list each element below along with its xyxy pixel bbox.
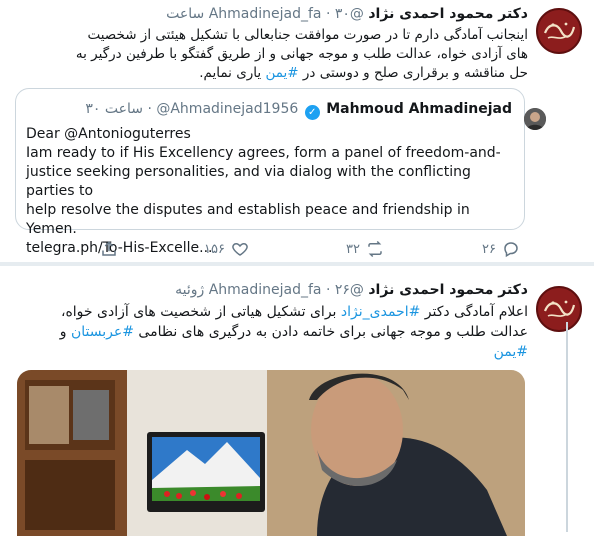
share-icon: [102, 241, 116, 256]
tweet-actions: ۱۵۶ ۳۲ ۲۶: [0, 240, 594, 262]
hashtag-link[interactable]: #یمن: [265, 65, 298, 81]
timestamp[interactable]: ۳۰ ساعت: [85, 101, 143, 117]
hashtag-link[interactable]: #احمدی_نژاد: [341, 304, 420, 320]
author-handle: @Ahmadinejad1956: [156, 101, 299, 117]
quoted-text-line: help resolve the disputes and establish …: [26, 202, 470, 237]
tweet-text-line: اینجانب آمادگی دارم تا در صورت موافقت جن…: [87, 27, 528, 43]
tweet-text-line: های آزادی خواه، عدالت طلب و موجه جهانی و…: [75, 46, 528, 62]
retweet-button[interactable]: ۳۲: [346, 240, 384, 258]
tweet-text-line: عدالت طلب و موجه جهانی برای خاتمه دادن ب…: [59, 324, 528, 340]
quoted-tweet-text: Dear @Antonioguterres Iam ready to if Hi…: [26, 125, 516, 258]
quoted-text-line: justice seeking personalities, and via d…: [26, 164, 471, 199]
tweet-text-line: #یمن: [8, 342, 528, 362]
quoted-tweet[interactable]: ۳۰ ساعت · @Ahmadinejad1956 ✓ Mahmoud Ahm…: [15, 88, 546, 256]
calligraphy-logo-icon: [543, 300, 576, 317]
author-name: Mahmoud Ahmadinejad: [326, 101, 512, 117]
share-button[interactable]: [100, 240, 118, 258]
thread-line: [566, 322, 568, 532]
like-button[interactable]: ۱۵۶: [204, 240, 249, 258]
retweet-count: ۳۲: [346, 241, 360, 257]
tweet-text-line: حل مناقشه و برقراری صلح و دوستی در #یمن …: [199, 65, 528, 81]
verified-badge-icon: ✓: [304, 105, 320, 120]
retweet-icon: [368, 240, 382, 258]
author-name[interactable]: دکتر محمود احمدی نژاد: [368, 282, 528, 298]
reply-count: ۲۶: [482, 241, 496, 257]
reply-icon: [504, 242, 518, 258]
tweet-text-line: اعلام آمادگی دکتر #احمدی_نژاد برای تشکیل…: [60, 304, 528, 320]
author-name[interactable]: دکتر محمود احمدی نژاد: [368, 6, 528, 22]
tweet-photo[interactable]: [17, 370, 525, 536]
hashtag-link[interactable]: #یمن: [494, 344, 528, 360]
tweet-text: اعلام آمادگی دکتر #احمدی_نژاد برای تشکیل…: [8, 302, 528, 362]
like-count: ۱۵۶: [204, 241, 225, 257]
heart-icon: [232, 242, 248, 256]
reply-button[interactable]: ۲۶: [482, 240, 520, 258]
tweet-text: اینجانب آمادگی دارم تا در صورت موافقت جن…: [8, 26, 528, 83]
hashtag-link[interactable]: #عربستان: [71, 324, 134, 340]
quoted-avatar: [524, 108, 546, 130]
avatar[interactable]: [536, 8, 582, 54]
photo-man-at-computer: [17, 370, 525, 536]
quoted-text-line: Iam ready to if His Excellency agrees, f…: [26, 145, 501, 161]
person-icon: [524, 108, 546, 130]
tweet[interactable]: دکتر محمود احمدی نژاد @Ahmadinejad_fa · …: [0, 266, 594, 536]
quoted-text-line: Dear @Antonioguterres: [26, 126, 191, 142]
tweet-header: دکتر محمود احمدی نژاد @Ahmadinejad_fa · …: [166, 6, 528, 22]
calligraphy-logo-icon: [543, 22, 576, 39]
tweet-header: دکتر محمود احمدی نژاد @Ahmadinejad_fa · …: [175, 282, 528, 298]
avatar[interactable]: [536, 286, 582, 332]
tweet[interactable]: دکتر محمود احمدی نژاد @Ahmadinejad_fa · …: [0, 0, 594, 262]
quoted-tweet-header: ۳۰ ساعت · @Ahmadinejad1956 ✓ Mahmoud Ahm…: [85, 99, 546, 130]
